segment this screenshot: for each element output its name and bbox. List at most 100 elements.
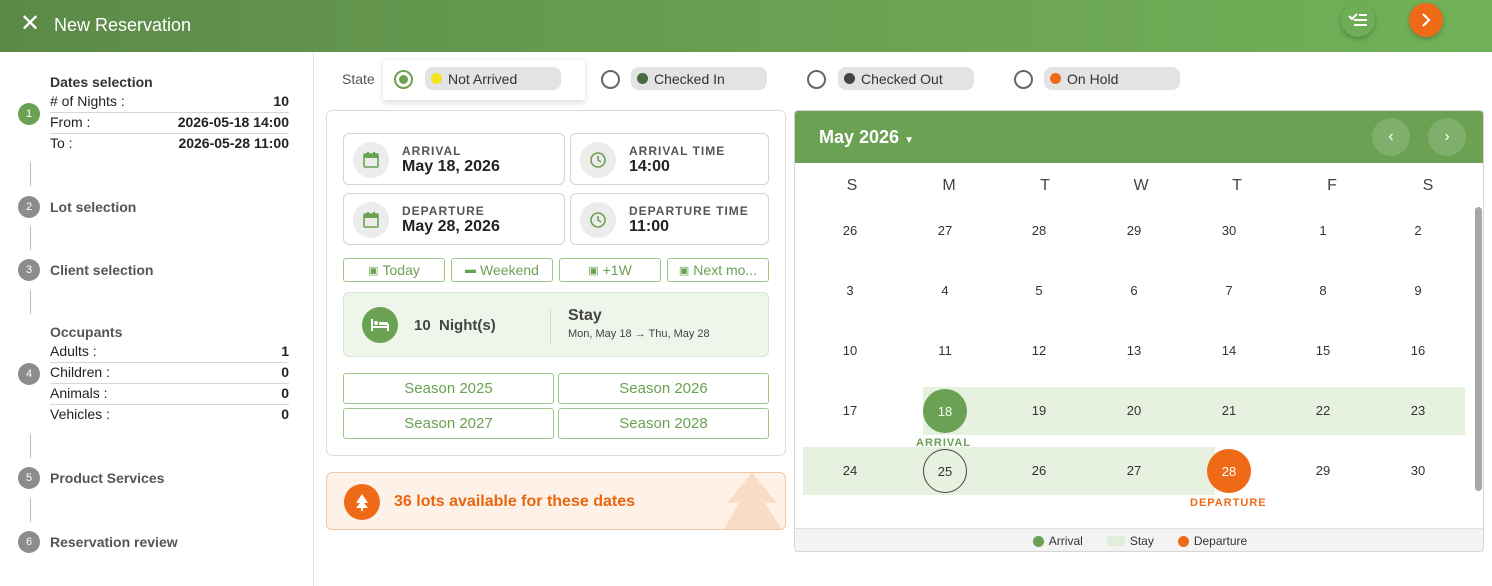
weekday-header: M	[942, 177, 956, 194]
departure-tag: DEPARTURE	[1190, 497, 1267, 509]
season-2027-button[interactable]: Season 2027	[343, 408, 554, 439]
stay-title: Stay	[568, 307, 602, 324]
day-cell[interactable]: 30	[1209, 221, 1249, 241]
day-cell[interactable]: 26	[1019, 461, 1059, 481]
radio-on-hold[interactable]	[1014, 70, 1033, 89]
departure-time-field[interactable]: DEPARTURE TIME 11:00	[570, 193, 769, 245]
calendar: May 2026 ▼ ‹ › S M T W T F S 26 27 28 29…	[794, 110, 1484, 552]
day-cell[interactable]: 30	[1398, 461, 1438, 481]
legend-stay: Stay	[1106, 534, 1154, 548]
day-cell[interactable]: 6	[1114, 281, 1154, 301]
arrival-date-field[interactable]: ARRIVAL May 18, 2026	[343, 133, 565, 185]
state-chip-on-hold[interactable]: On Hold	[1044, 67, 1180, 90]
day-cell[interactable]: 24	[830, 461, 870, 481]
clock-icon	[580, 202, 616, 238]
status-dot-icon	[844, 73, 855, 84]
stay-swatch-icon	[1106, 536, 1125, 546]
from-row: From :2026-05-18 14:00	[50, 113, 289, 134]
day-cell[interactable]: 2	[1398, 221, 1438, 241]
checklist-button[interactable]	[1341, 3, 1375, 37]
day-cell[interactable]: 19	[1019, 401, 1059, 421]
state-chip-checked-out[interactable]: Checked Out	[838, 67, 974, 90]
departure-day-cell[interactable]: 28	[1207, 449, 1251, 493]
step-client-title[interactable]: Client selection	[50, 262, 153, 278]
vehicles-row: Vehicles :0	[50, 406, 289, 422]
availability-text: 36 lots available for these dates	[394, 493, 635, 510]
day-cell[interactable]: 3	[830, 281, 870, 301]
stepper-sidebar: Dates selection 1 # of Nights :10 From :…	[0, 52, 314, 586]
day-cell[interactable]: 15	[1303, 341, 1343, 361]
step-review-title[interactable]: Reservation review	[50, 534, 178, 550]
step-connector	[30, 434, 31, 458]
day-cell[interactable]: 12	[1019, 341, 1059, 361]
today-day-cell[interactable]: 25	[923, 449, 967, 493]
tree-icon	[344, 484, 380, 520]
next-button[interactable]	[1409, 3, 1443, 37]
step-6-badge: 6	[18, 531, 40, 553]
clock-icon	[580, 142, 616, 178]
scrollbar[interactable]	[1475, 207, 1482, 491]
arrival-dot-icon	[1032, 535, 1044, 547]
day-cell[interactable]: 16	[1398, 341, 1438, 361]
season-2028-button[interactable]: Season 2028	[558, 408, 769, 439]
next-month-button[interactable]: ▣ Next mo...	[667, 258, 769, 282]
step-lot-title[interactable]: Lot selection	[50, 199, 136, 215]
departure-label: DEPARTURE	[402, 204, 485, 218]
step-1-badge: 1	[18, 103, 40, 125]
day-cell[interactable]: 23	[1398, 401, 1438, 421]
day-cell[interactable]: 4	[925, 281, 965, 301]
day-cell[interactable]: 27	[925, 221, 965, 241]
departure-date-field[interactable]: DEPARTURE May 28, 2026	[343, 193, 565, 245]
day-cell[interactable]: 5	[1019, 281, 1059, 301]
status-dot-icon	[637, 73, 648, 84]
today-button[interactable]: ▣ Today	[343, 258, 445, 282]
day-cell[interactable]: 7	[1209, 281, 1249, 301]
radio-checked-in[interactable]	[601, 70, 620, 89]
close-icon[interactable]: ✕	[18, 12, 42, 36]
day-cell[interactable]: 10	[830, 341, 870, 361]
calendar-legend: Arrival Stay Departure	[795, 528, 1483, 551]
day-cell[interactable]: 11	[925, 341, 965, 361]
day-cell[interactable]: 17	[830, 401, 870, 421]
season-2026-button[interactable]: Season 2026	[558, 373, 769, 404]
day-cell[interactable]: 27	[1114, 461, 1154, 481]
step-connector	[30, 290, 31, 314]
animals-row: Animals :0	[50, 384, 289, 405]
nights-row: # of Nights :10	[50, 92, 289, 113]
arrival-day-cell[interactable]: 18	[923, 389, 967, 433]
state-chip-checked-in[interactable]: Checked In	[631, 67, 767, 90]
to-row: To :2026-05-28 11:00	[50, 135, 289, 151]
radio-checked-out[interactable]	[807, 70, 826, 89]
calendar-icon: ▣	[678, 264, 690, 277]
state-chip-not-arrived[interactable]: Not Arrived	[425, 67, 561, 90]
step-occupants-title[interactable]: Occupants	[50, 324, 122, 340]
day-cell[interactable]: 13	[1114, 341, 1154, 361]
radio-not-arrived[interactable]	[394, 70, 413, 89]
arrival-time-field[interactable]: ARRIVAL TIME 14:00	[570, 133, 769, 185]
day-cell[interactable]: 26	[830, 221, 870, 241]
day-cell[interactable]: 21	[1209, 401, 1249, 421]
day-cell[interactable]: 9	[1398, 281, 1438, 301]
day-cell[interactable]: 28	[1019, 221, 1059, 241]
step-4-badge: 4	[18, 363, 40, 385]
step-3-badge: 3	[18, 259, 40, 281]
day-cell[interactable]: 14	[1209, 341, 1249, 361]
month-selector[interactable]: May 2026 ▼	[819, 127, 914, 148]
day-cell[interactable]: 22	[1303, 401, 1343, 421]
day-cell[interactable]: 20	[1114, 401, 1154, 421]
prev-month-button[interactable]: ‹	[1372, 118, 1410, 156]
day-cell[interactable]: 29	[1303, 461, 1343, 481]
weekday-header: W	[1133, 177, 1149, 194]
step-products-title[interactable]: Product Services	[50, 470, 164, 486]
season-2025-button[interactable]: Season 2025	[343, 373, 554, 404]
next-month-button-cal[interactable]: ›	[1428, 118, 1466, 156]
departure-time-label: DEPARTURE TIME	[629, 204, 749, 218]
bed-icon	[362, 307, 398, 343]
day-cell[interactable]: 8	[1303, 281, 1343, 301]
day-cell[interactable]: 29	[1114, 221, 1154, 241]
day-cell[interactable]: 1	[1303, 221, 1343, 241]
arrival-label: ARRIVAL	[402, 144, 462, 158]
step-dates-title[interactable]: Dates selection	[50, 74, 153, 90]
plus-one-week-button[interactable]: ▣ +1W	[559, 258, 661, 282]
weekend-button[interactable]: ▬ Weekend	[451, 258, 553, 282]
